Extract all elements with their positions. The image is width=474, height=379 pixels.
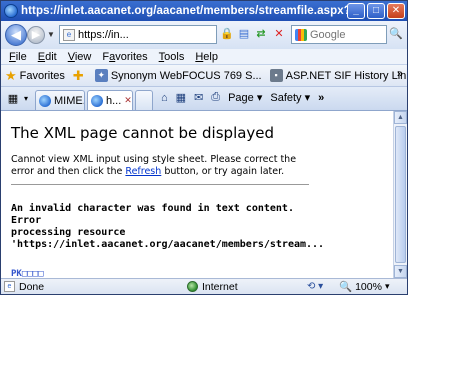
search-input[interactable]	[310, 28, 384, 41]
tab-label: h...	[106, 94, 122, 107]
page-content: The XML page cannot be displayed Cannot …	[1, 111, 393, 278]
favorites-bar: ★ Favorites ✚ ✦ Synonym WebFOCUS 769 S..…	[1, 65, 407, 87]
scroll-down-arrow-icon[interactable]: ▼	[394, 265, 407, 278]
menu-tools-label: ools	[164, 50, 185, 63]
menu-help[interactable]: Help	[195, 51, 218, 63]
title-bar[interactable]: https://inlet.aacanet.org/aacanet/member…	[1, 1, 407, 21]
menu-edit[interactable]: Edit	[38, 51, 57, 63]
zoom-level: 100%	[355, 280, 382, 293]
menu-file-accel: F	[9, 50, 16, 63]
address-toolbar: ◀ ▶ ▼ e https://in... 🔒 ▤ ⇄ ✕ 🔍	[1, 21, 407, 49]
favorites-label: Favorites	[19, 69, 65, 82]
status-done-label: Done	[19, 280, 45, 293]
webfocus-icon: ✦	[94, 69, 108, 82]
browser-window: https://inlet.aacanet.org/aacanet/member…	[0, 0, 408, 295]
error-source-text: PK□□□□	[11, 269, 44, 278]
tab-mime[interactable]: MIME...	[35, 90, 85, 110]
favorite-link-label: ASP.NET SIF History Link	[285, 69, 408, 82]
commands-more-icon[interactable]: »	[318, 92, 324, 104]
back-button[interactable]: ◀	[5, 24, 27, 46]
menu-view-label: iew	[74, 50, 92, 63]
search-field[interactable]	[291, 25, 387, 44]
compatibility-view-icon[interactable]: ▤	[236, 26, 252, 43]
tab-current[interactable]: h... ✕	[87, 90, 133, 110]
address-url[interactable]: https://in...	[78, 29, 216, 41]
home-icon[interactable]: ⌂	[161, 92, 168, 104]
error-title: The XML page cannot be displayed	[11, 124, 275, 142]
refresh-icon[interactable]: ⇄	[253, 26, 269, 43]
page-icon: e	[4, 281, 15, 292]
command-bar: ⌂ ▦ ✉ ⎙ Page ▾ Safety ▾ »	[161, 91, 332, 104]
zoom-control[interactable]: 🔍 100% ▾	[339, 280, 390, 294]
favorites-button[interactable]: ★ Favorites	[5, 68, 65, 84]
error-description-tail: button, or try again later.	[161, 166, 285, 177]
google-icon	[295, 28, 307, 41]
recent-pages-dropdown-icon[interactable]: ▼	[47, 30, 55, 39]
error-detail: An invalid character was found in text c…	[11, 203, 324, 251]
ie-page-icon	[39, 94, 51, 107]
menu-file[interactable]: File	[9, 51, 27, 63]
security-zone[interactable]: Internet	[187, 281, 238, 293]
security-zone-label: Internet	[202, 280, 238, 293]
add-favorite-icon: ✚	[72, 67, 84, 83]
add-to-favorites-bar-button[interactable]: ✚	[73, 68, 87, 84]
page-icon: ▪	[269, 69, 283, 82]
favorite-link-asp-net[interactable]: ▪ ASP.NET SIF History Link	[269, 69, 408, 82]
menu-tools[interactable]: Tools	[159, 51, 185, 63]
feeds-icon[interactable]: ▦	[176, 91, 186, 104]
menu-edit-label: dit	[45, 50, 57, 63]
vertical-scrollbar[interactable]: ▲ ▼	[393, 111, 407, 278]
search-icon[interactable]: 🔍	[388, 26, 404, 43]
ie-page-icon	[91, 94, 103, 107]
favorites-more-icon[interactable]: »	[397, 68, 403, 80]
lock-icon[interactable]: 🔒	[219, 26, 235, 43]
menu-favorites-label: vorites	[115, 50, 148, 63]
stop-icon[interactable]: ✕	[271, 26, 287, 43]
status-bar: e Done Internet ⟲ ▾ 🔍 100% ▾	[1, 278, 407, 294]
menu-file-label: ile	[15, 50, 27, 63]
star-icon: ★	[5, 67, 17, 83]
zoom-dropdown-icon[interactable]: ▾	[385, 281, 390, 292]
tab-label: MIME...	[54, 94, 85, 107]
close-tab-icon[interactable]: ✕	[124, 95, 132, 106]
menu-help-label: elp	[203, 50, 218, 63]
menu-view-accel: V	[67, 50, 75, 63]
scroll-up-arrow-icon[interactable]: ▲	[394, 111, 407, 124]
safety-menu[interactable]: Safety ▾	[270, 91, 310, 104]
tab-list-dropdown-icon[interactable]: ▾	[21, 91, 31, 107]
quick-tabs-icon[interactable]: ▦	[7, 91, 19, 107]
page-menu[interactable]: Page ▾	[228, 91, 262, 104]
status-text: e Done	[1, 281, 181, 293]
menu-bar: File Edit View Favorites Tools Help	[1, 49, 407, 65]
error-detail-line: An invalid character was found in text c…	[11, 203, 294, 226]
menu-view[interactable]: View	[68, 51, 92, 63]
page-icon: e	[63, 28, 75, 41]
menu-favorites[interactable]: Favorites	[102, 51, 147, 63]
zoom-icon: 🔍	[339, 281, 353, 293]
favorite-link-label: Synonym WebFOCUS 769 S...	[110, 69, 262, 82]
divider	[11, 184, 309, 185]
read-mail-icon[interactable]: ✉	[194, 91, 203, 104]
tab-bar: ▦ ▾ MIME... h... ✕ ⌂ ▦ ✉ ⎙ Page ▾ Safety…	[1, 87, 407, 111]
ie-app-icon	[4, 4, 18, 18]
scrollbar-thumb[interactable]	[395, 126, 406, 263]
minimize-button[interactable]: _	[347, 3, 365, 19]
error-resource-url: 'https://inlet.aacanet.org/aacanet/membe…	[11, 239, 325, 250]
print-icon[interactable]: ⎙	[211, 91, 220, 104]
close-button[interactable]: ✕	[387, 3, 405, 19]
error-description: Cannot view XML input using style sheet.…	[11, 154, 309, 178]
error-detail-line: processing resource	[11, 227, 126, 238]
maximize-button[interactable]: □	[367, 3, 385, 19]
window-title: https://inlet.aacanet.org/aacanet/member…	[21, 5, 347, 17]
protected-mode-icon[interactable]: ⟲ ▾	[307, 281, 323, 292]
forward-button[interactable]: ▶	[27, 26, 45, 44]
address-field[interactable]: e https://in...	[59, 25, 217, 44]
refresh-link[interactable]: Refresh	[125, 166, 161, 177]
favorite-link-webfocus[interactable]: ✦ Synonym WebFOCUS 769 S...	[94, 69, 262, 82]
new-tab-button[interactable]	[135, 90, 153, 110]
globe-icon	[187, 281, 198, 292]
menu-edit-accel: E	[37, 50, 46, 63]
